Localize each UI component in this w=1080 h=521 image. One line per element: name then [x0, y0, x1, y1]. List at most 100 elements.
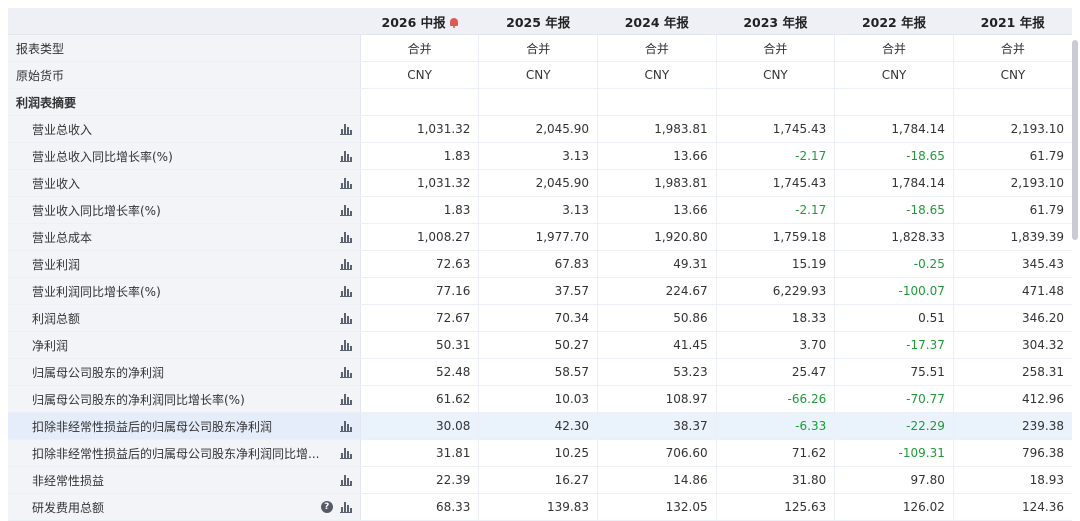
value-cell: -70.77 [834, 385, 954, 413]
table-row[interactable]: 利润总额 72.67 70.34 50.86 18.33 0.51 346.20 [8, 304, 1072, 332]
table-row[interactable]: 营业收入同比增长率(%) 1.83 3.13 13.66 -2.17 -18.65 61.7… [8, 196, 1072, 224]
value-cell: 61.79 [952, 196, 1072, 224]
table-row[interactable]: 营业利润同比增长率(%) 77.16 37.57 224.67 6,229.93 -100… [8, 277, 1072, 305]
year-header-4[interactable]: 2022 年报 [834, 8, 954, 35]
table-row[interactable]: 研发费用总额? 68.33 139.83 132.05 125.63 126.02 124.… [8, 493, 1072, 521]
year-label: 2022 年报 [861, 14, 927, 30]
value-cell: 15.19 [715, 250, 835, 278]
row-label-cell: 净利润 [8, 331, 361, 359]
row-label: 营业利润同比增长率(%) [32, 284, 161, 299]
cell: 合并 [952, 34, 1072, 62]
value-cell: 68.33 [359, 493, 479, 521]
row-label-cell: 非经常性损益 [8, 466, 361, 494]
bar-chart-icon[interactable] [339, 204, 352, 216]
table-row[interactable]: 非经常性损益 22.39 16.27 14.86 31.80 97.80 18.93 [8, 466, 1072, 494]
value-cell: 1,745.43 [715, 169, 835, 197]
empty-cell [715, 88, 835, 116]
year-header-3[interactable]: 2023 年报 [716, 8, 835, 35]
bar-chart-icon[interactable] [339, 285, 352, 297]
value-cell: 6,229.93 [715, 277, 835, 305]
value-cell: 38.37 [597, 412, 717, 440]
value-cell: 0.51 [834, 304, 954, 332]
value-cell: 77.16 [359, 277, 479, 305]
table-row[interactable]: 营业总成本 1,008.27 1,977.70 1,920.80 1,759.18 1,8… [8, 223, 1072, 251]
bar-chart-icon[interactable] [339, 366, 352, 378]
empty-cell [359, 88, 479, 116]
table-row[interactable]: 营业收入 1,031.32 2,045.90 1,983.81 1,745.43 1,78… [8, 169, 1072, 197]
table-row[interactable]: 扣除非经常性损益后的归属母公司股东净利润同比增... 31.81 10.25 706.… [8, 439, 1072, 467]
empty-cell [597, 88, 717, 116]
bell-icon[interactable] [449, 17, 458, 28]
value-cell: 22.39 [359, 466, 479, 494]
row-label: 净利润 [32, 338, 69, 353]
value-cell: 18.33 [715, 304, 835, 332]
header-row: 2026 中报 2025 年报 2024 年报 2023 年报 2022 年报 … [8, 8, 1072, 35]
value-cell: 3.70 [715, 331, 835, 359]
value-cell: 53.23 [597, 358, 717, 386]
value-cell: 61.62 [359, 385, 479, 413]
value-cell: 1,839.39 [952, 223, 1072, 251]
value-cell: 1,008.27 [359, 223, 479, 251]
cell: 合并 [715, 34, 835, 62]
value-cell: -100.07 [834, 277, 954, 305]
value-cell: -0.25 [834, 250, 954, 278]
row-label-cell: 归属母公司股东的净利润同比增长率(%) [8, 385, 361, 413]
value-cell: 471.48 [952, 277, 1072, 305]
value-cell: 345.43 [952, 250, 1072, 278]
value-cell: 42.30 [478, 412, 598, 440]
year-header-5[interactable]: 2021 年报 [953, 8, 1072, 35]
row-label: 营业收入 [32, 176, 81, 191]
value-cell: 10.03 [478, 385, 598, 413]
vertical-scrollbar[interactable] [1072, 40, 1078, 240]
cell: CNY [715, 61, 835, 89]
empty-cell [478, 88, 598, 116]
bar-chart-icon[interactable] [339, 474, 352, 486]
bar-chart-icon[interactable] [339, 447, 352, 459]
value-cell: -2.17 [715, 142, 835, 170]
table-row[interactable]: 归属母公司股东的净利润同比增长率(%) 61.62 10.03 108.97 -66.2… [8, 385, 1072, 413]
value-cell: -2.17 [715, 196, 835, 224]
table-row[interactable]: 归属母公司股东的净利润 52.48 58.57 53.23 25.47 75.51 258.… [8, 358, 1072, 386]
row-label-cell: 扣除非经常性损益后的归属母公司股东净利润 [8, 412, 361, 440]
bar-chart-icon[interactable] [339, 123, 352, 135]
bar-chart-icon[interactable] [339, 312, 352, 324]
bar-chart-icon[interactable] [339, 258, 352, 270]
table-row[interactable]: 营业利润 72.63 67.83 49.31 15.19 -0.25 345.43 [8, 250, 1072, 278]
value-cell: 1,983.81 [597, 115, 717, 143]
year-header-1[interactable]: 2025 年报 [478, 8, 598, 35]
bar-chart-icon[interactable] [339, 150, 352, 162]
year-header-0[interactable]: 2026 中报 [360, 8, 479, 35]
header-corner [8, 8, 361, 35]
row-label: 研发费用总额 [32, 500, 105, 515]
value-cell: 132.05 [597, 493, 717, 521]
value-cell: 1,759.18 [715, 223, 835, 251]
value-cell: 1,977.70 [478, 223, 598, 251]
value-cell: 1,784.14 [834, 115, 954, 143]
bar-chart-icon[interactable] [339, 501, 352, 513]
table-row[interactable]: 扣除非经常性损益后的归属母公司股东净利润 30.08 42.30 38.37 -6.33… [8, 412, 1072, 440]
value-cell: 49.31 [597, 250, 717, 278]
row-label-cell: 营业收入同比增长率(%) [8, 196, 361, 224]
bar-chart-icon[interactable] [339, 420, 352, 432]
value-cell: 1.83 [359, 196, 479, 224]
value-cell: 16.27 [478, 466, 598, 494]
row-label-cell: 研发费用总额? [8, 493, 361, 521]
value-cell: 50.86 [597, 304, 717, 332]
empty-cell [952, 88, 1072, 116]
bar-chart-icon[interactable] [339, 393, 352, 405]
table-row[interactable]: 营业总收入 1,031.32 2,045.90 1,983.81 1,745.43 1,7… [8, 115, 1072, 143]
table-row[interactable]: 净利润 50.31 50.27 41.45 3.70 -17.37 304.32 [8, 331, 1072, 359]
value-cell: 3.13 [478, 142, 598, 170]
help-icon[interactable]: ? [320, 501, 333, 513]
cell: 合并 [834, 34, 954, 62]
bar-chart-icon[interactable] [339, 231, 352, 243]
value-cell: 71.62 [715, 439, 835, 467]
bar-chart-icon[interactable] [339, 339, 352, 351]
row-label: 营业利润 [32, 257, 81, 272]
row-label-cell: 营业总成本 [8, 223, 361, 251]
table-row[interactable]: 营业总收入同比增长率(%) 1.83 3.13 13.66 -2.17 -18.65 61.… [8, 142, 1072, 170]
year-header-2[interactable]: 2024 年报 [597, 8, 717, 35]
value-cell: 1,983.81 [597, 169, 717, 197]
bar-chart-icon[interactable] [339, 177, 352, 189]
cell: CNY [359, 61, 479, 89]
